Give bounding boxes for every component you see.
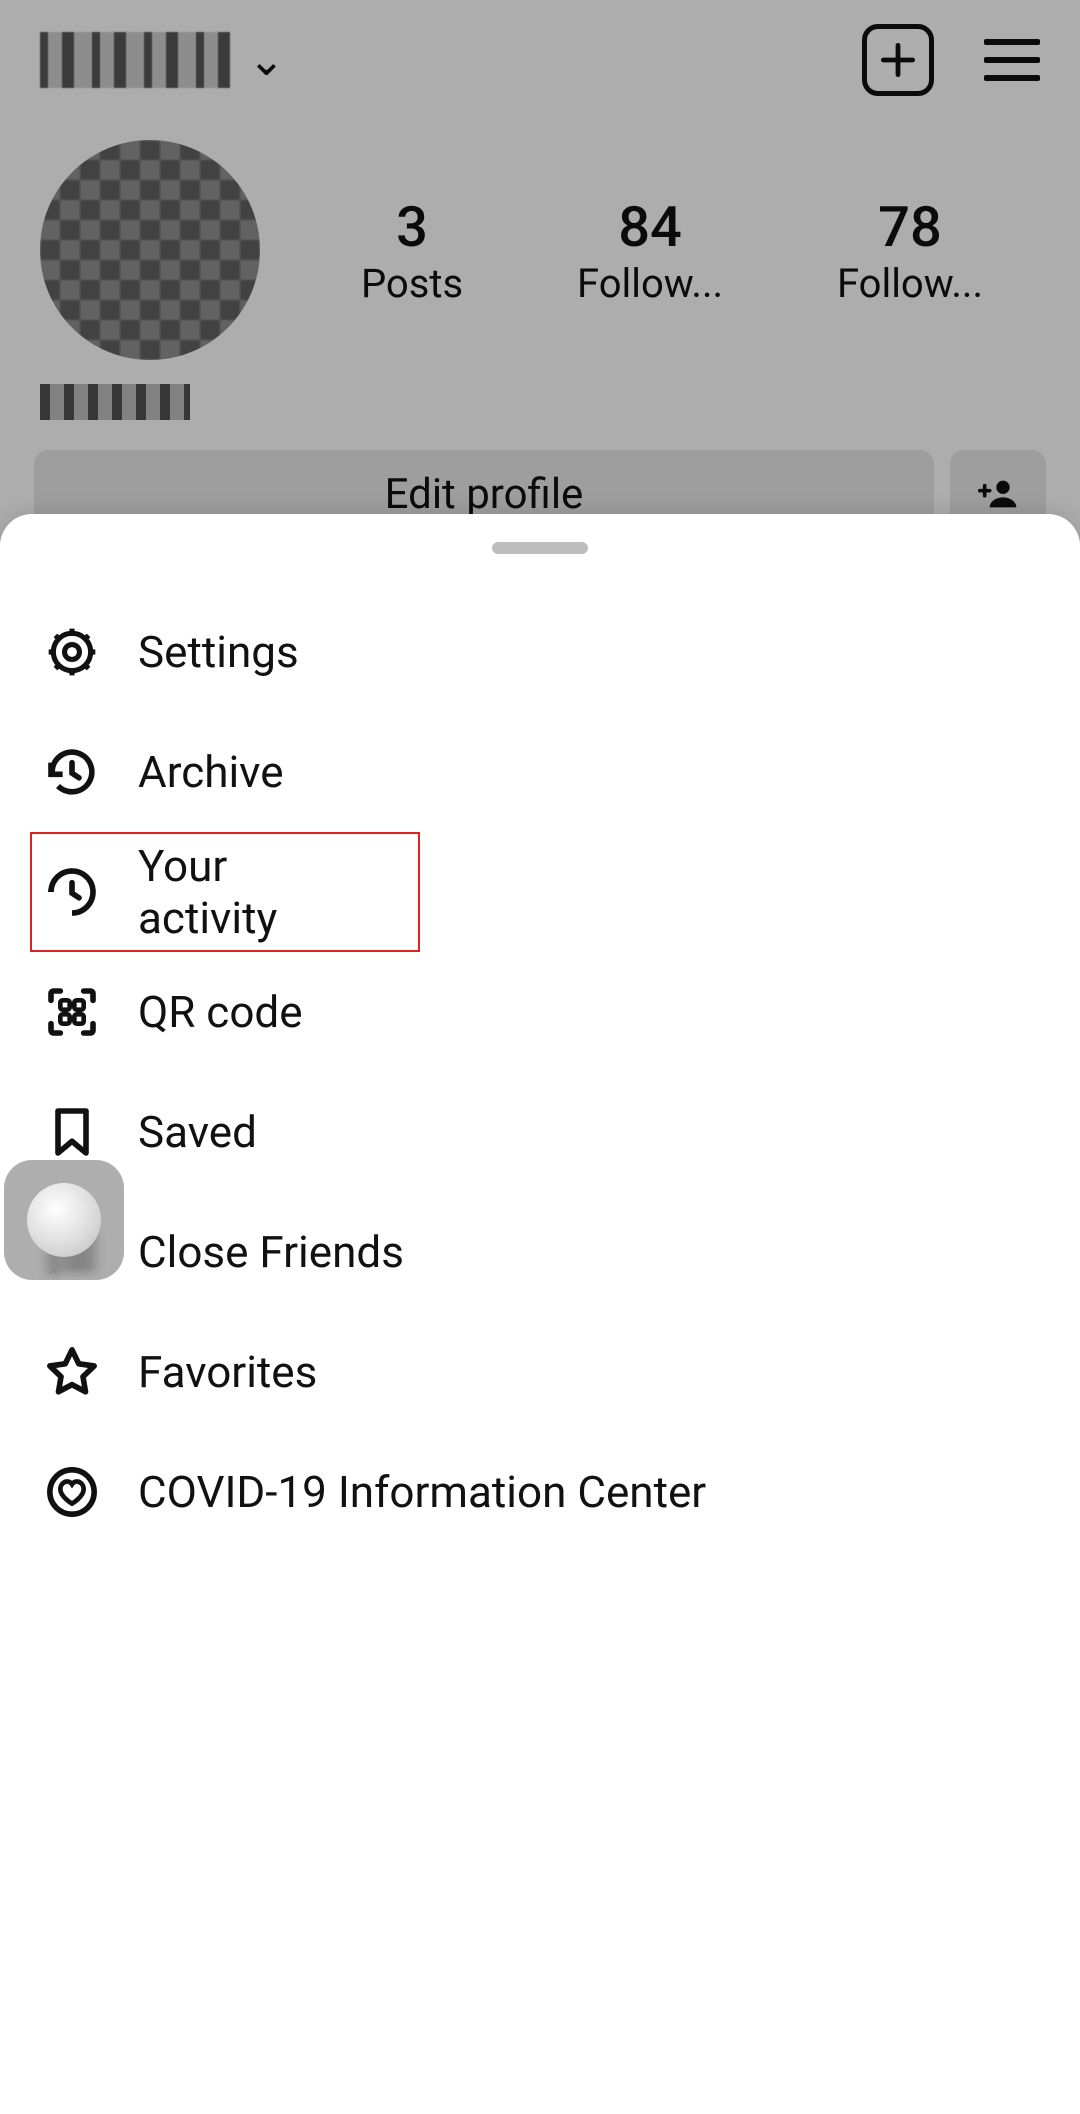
menu-item-favorites[interactable]: Favorites <box>0 1312 1080 1432</box>
menu-item-covid-center[interactable]: COVID-19 Information Center <box>0 1432 1080 1552</box>
heart-circle-icon <box>44 1464 100 1520</box>
menu-item-your-activity[interactable]: Your activity <box>30 832 420 952</box>
menu-item-label: Saved <box>138 1106 257 1158</box>
menu-item-settings[interactable]: Settings <box>0 592 1080 712</box>
qr-code-icon <box>44 984 100 1040</box>
sheet-drag-handle[interactable] <box>492 542 588 554</box>
menu-item-label: COVID-19 Information Center <box>138 1466 706 1518</box>
gear-icon <box>44 624 100 680</box>
menu-item-label: Archive <box>138 746 284 798</box>
activity-clock-icon <box>44 864 100 920</box>
bottom-sheet-menu: Settings Archive Your activity QR code <box>0 514 1080 2114</box>
star-icon <box>44 1344 100 1400</box>
menu-item-archive[interactable]: Archive <box>0 712 1080 832</box>
floating-assistive-widget[interactable] <box>4 1160 124 1280</box>
assistive-inner-icon <box>27 1183 101 1257</box>
menu-item-qr-code[interactable]: QR code <box>0 952 1080 1072</box>
menu-item-saved[interactable]: Saved <box>0 1072 1080 1192</box>
menu-item-label: QR code <box>138 986 303 1038</box>
menu-item-close-friends[interactable]: Close Friends <box>0 1192 1080 1312</box>
menu-list: Settings Archive Your activity QR code <box>0 592 1080 1552</box>
menu-item-label: Favorites <box>138 1346 317 1398</box>
menu-item-label: Settings <box>138 626 299 678</box>
menu-item-label: Your activity <box>138 840 376 944</box>
menu-item-label: Close Friends <box>138 1226 404 1278</box>
history-icon <box>44 744 100 800</box>
bookmark-icon <box>44 1104 100 1160</box>
